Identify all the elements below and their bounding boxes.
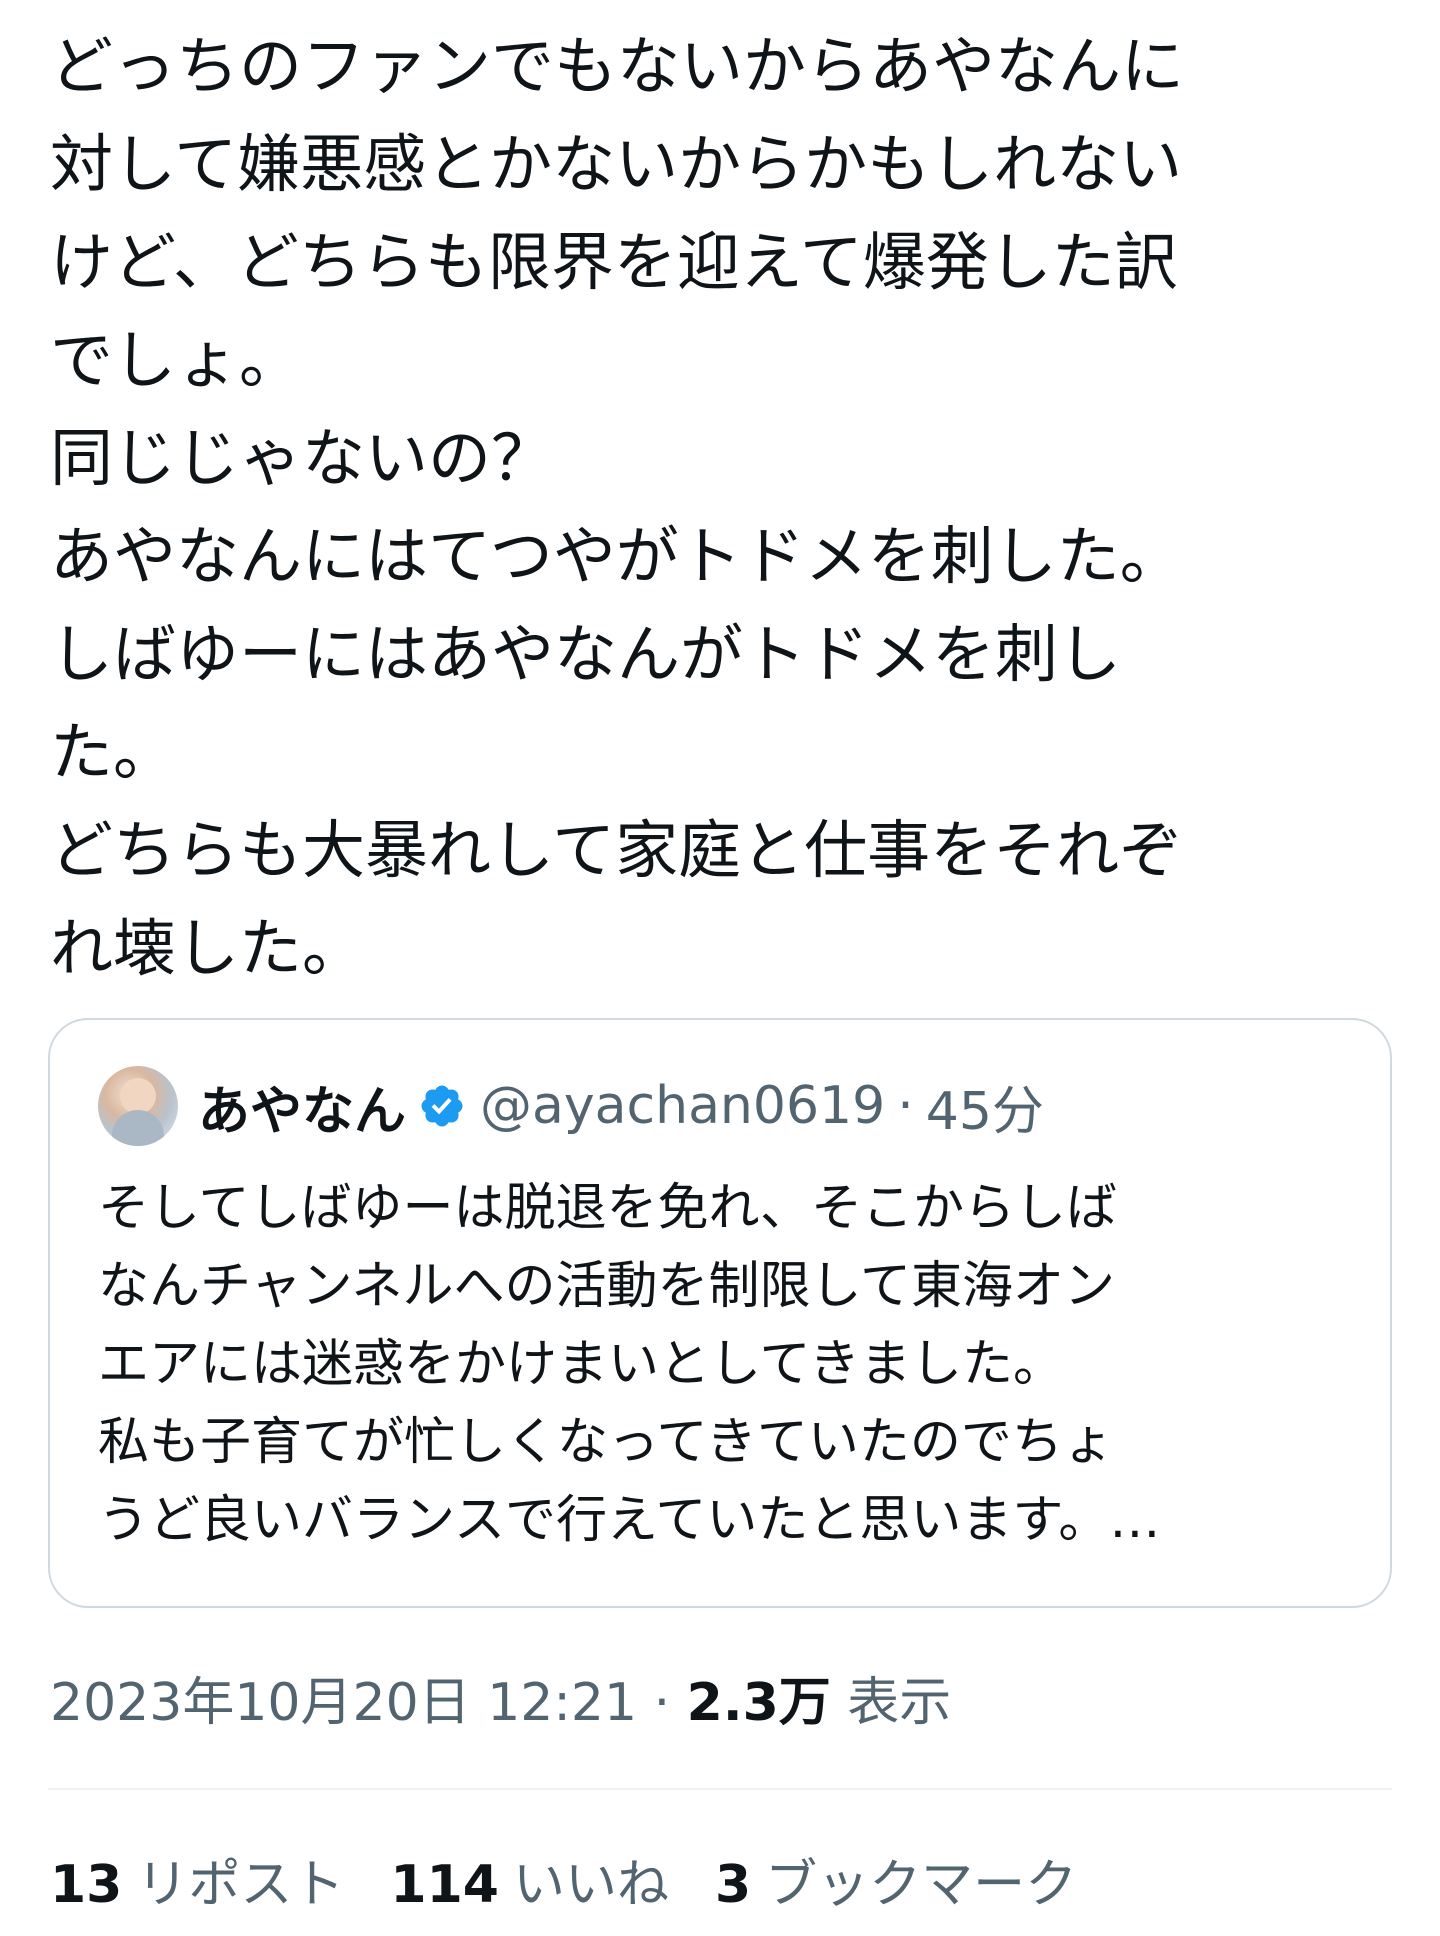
- views-count: 2.3万: [686, 1673, 831, 1733]
- engagement-stats: 13 リポスト 114 いいね 3 ブックマーク: [50, 1842, 1123, 1917]
- tweet-text: どっちのファンでもないからあやなんに 対して嫌悪感とかないからかもしれない けど…: [50, 30, 1184, 985]
- separator-dot: ·: [637, 1673, 687, 1733]
- quoted-tweet-card[interactable]: あやなん @ayachan0619 · 45分 そしてしばゆーは脱退を免れ、そこ…: [48, 1018, 1392, 1608]
- quoted-author-name[interactable]: あやなん: [198, 1069, 406, 1144]
- likes-label: いいね: [512, 1855, 669, 1915]
- quoted-tweet-time[interactable]: 45分: [926, 1069, 1044, 1144]
- tweet-datetime[interactable]: 2023年10月20日 12:21: [50, 1673, 637, 1733]
- bookmarks-label: ブックマーク: [765, 1855, 1078, 1915]
- views-label: 表示: [830, 1673, 952, 1733]
- quoted-tweet-text: そしてしばゆーは脱退を免れ、そこからしば なんチャンネルへの活動を制限して東海オ…: [98, 1179, 1161, 1550]
- bookmarks-count: 3: [714, 1855, 752, 1915]
- divider: [48, 1788, 1392, 1790]
- quoted-author-handle[interactable]: @ayachan0619: [480, 1076, 885, 1136]
- verified-badge-icon: [421, 1085, 463, 1127]
- reposts-stat[interactable]: 13 リポスト: [50, 1842, 344, 1917]
- reposts-label: リポスト: [136, 1855, 345, 1915]
- separator-dot: ·: [897, 1076, 914, 1136]
- quoted-tweet-header: あやなん @ayachan0619 · 45分: [98, 1064, 1044, 1148]
- reposts-count: 13: [50, 1855, 123, 1915]
- tweet-meta: 2023年10月20日 12:21 · 2.3万 表示: [50, 1660, 951, 1735]
- avatar[interactable]: [98, 1066, 178, 1146]
- bookmarks-stat[interactable]: 3 ブックマーク: [715, 1842, 1077, 1917]
- likes-stat[interactable]: 114 いいね: [390, 1842, 669, 1917]
- likes-count: 114: [390, 1855, 499, 1915]
